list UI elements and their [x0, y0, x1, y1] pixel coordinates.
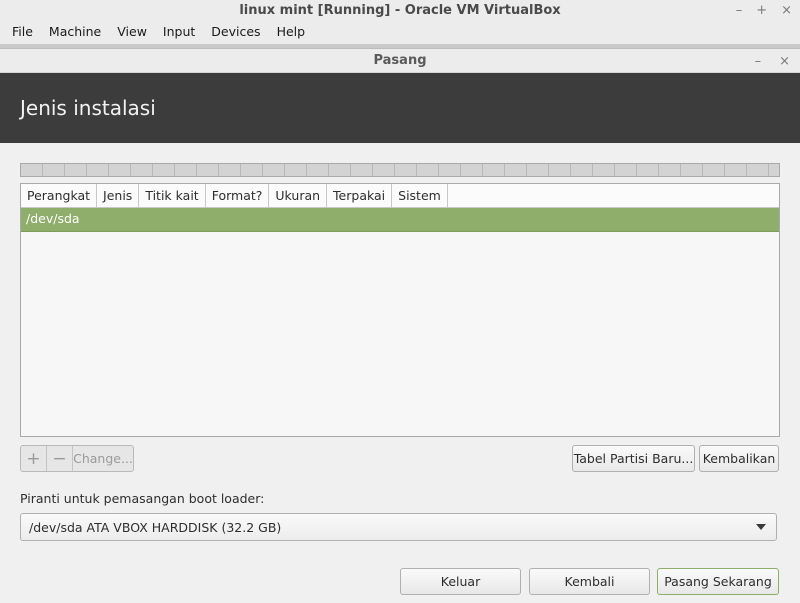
- maximize-icon[interactable]: +: [756, 3, 767, 18]
- boot-loader-label: Piranti untuk pemasangan boot loader:: [20, 491, 265, 506]
- close-icon[interactable]: ×: [781, 3, 792, 18]
- minimize-icon[interactable]: –: [736, 3, 743, 18]
- new-partition-table-button[interactable]: Tabel Partisi Baru...: [572, 445, 695, 472]
- partition-edit-buttons: + − Change...: [20, 445, 134, 472]
- installer-dialog: Pasang – × Jenis instalasi Perangkat Jen…: [0, 48, 800, 603]
- remove-partition-button[interactable]: −: [47, 446, 73, 471]
- minus-icon: −: [52, 448, 67, 469]
- add-partition-button[interactable]: +: [21, 446, 47, 471]
- table-header: Perangkat Jenis Titik kait Format? Ukura…: [21, 184, 779, 208]
- dialog-close-icon[interactable]: ×: [779, 54, 790, 69]
- menu-input[interactable]: Input: [155, 20, 203, 44]
- dialog-minimize-icon[interactable]: –: [755, 54, 762, 69]
- dialog-title: Pasang: [373, 53, 427, 68]
- vbox-titlebar: linux mint [Running] - Oracle VM Virtual…: [0, 0, 800, 20]
- back-button[interactable]: Kembali: [529, 568, 650, 595]
- vbox-window-title: linux mint [Running] - Oracle VM Virtual…: [239, 2, 561, 18]
- change-partition-button[interactable]: Change...: [73, 446, 133, 471]
- revert-button[interactable]: Kembalikan: [699, 445, 779, 472]
- plus-icon: +: [26, 448, 41, 469]
- row-device: /dev/sda: [26, 211, 80, 226]
- menu-file[interactable]: File: [4, 20, 41, 44]
- dialog-window-controls: – ×: [755, 49, 790, 73]
- page-title: Jenis instalasi: [20, 96, 156, 120]
- menu-machine[interactable]: Machine: [41, 20, 109, 44]
- install-now-button[interactable]: Pasang Sekarang: [657, 568, 779, 595]
- column-header-size[interactable]: Ukuran: [269, 184, 328, 207]
- vbox-menubar: File Machine View Input Devices Help: [0, 20, 800, 44]
- dialog-titlebar: Pasang – ×: [0, 49, 800, 73]
- vbox-window-controls: – + ×: [736, 0, 792, 20]
- boot-loader-select[interactable]: /dev/sda ATA VBOX HARDDISK (32.2 GB): [20, 513, 777, 541]
- menu-devices[interactable]: Devices: [203, 20, 268, 44]
- column-header-format[interactable]: Format?: [206, 184, 270, 207]
- page-header: Jenis instalasi: [0, 73, 800, 143]
- menu-help[interactable]: Help: [269, 20, 314, 44]
- table-row[interactable]: /dev/sda: [21, 208, 779, 232]
- partition-bar: [20, 163, 780, 177]
- boot-loader-selected-value: /dev/sda ATA VBOX HARDDISK (32.2 GB): [29, 519, 282, 535]
- menu-view[interactable]: View: [109, 20, 155, 44]
- column-header-used[interactable]: Terpakai: [327, 184, 393, 207]
- dialog-content: Perangkat Jenis Titik kait Format? Ukura…: [0, 143, 800, 603]
- column-header-mount-point[interactable]: Titik kait: [139, 184, 206, 207]
- quit-button[interactable]: Keluar: [400, 568, 521, 595]
- column-header-system[interactable]: Sistem: [392, 184, 448, 207]
- column-header-device[interactable]: Perangkat: [21, 184, 98, 207]
- partition-table[interactable]: Perangkat Jenis Titik kait Format? Ukura…: [20, 183, 780, 437]
- dropdown-arrow-icon: [756, 524, 766, 530]
- column-header-type[interactable]: Jenis: [97, 184, 140, 207]
